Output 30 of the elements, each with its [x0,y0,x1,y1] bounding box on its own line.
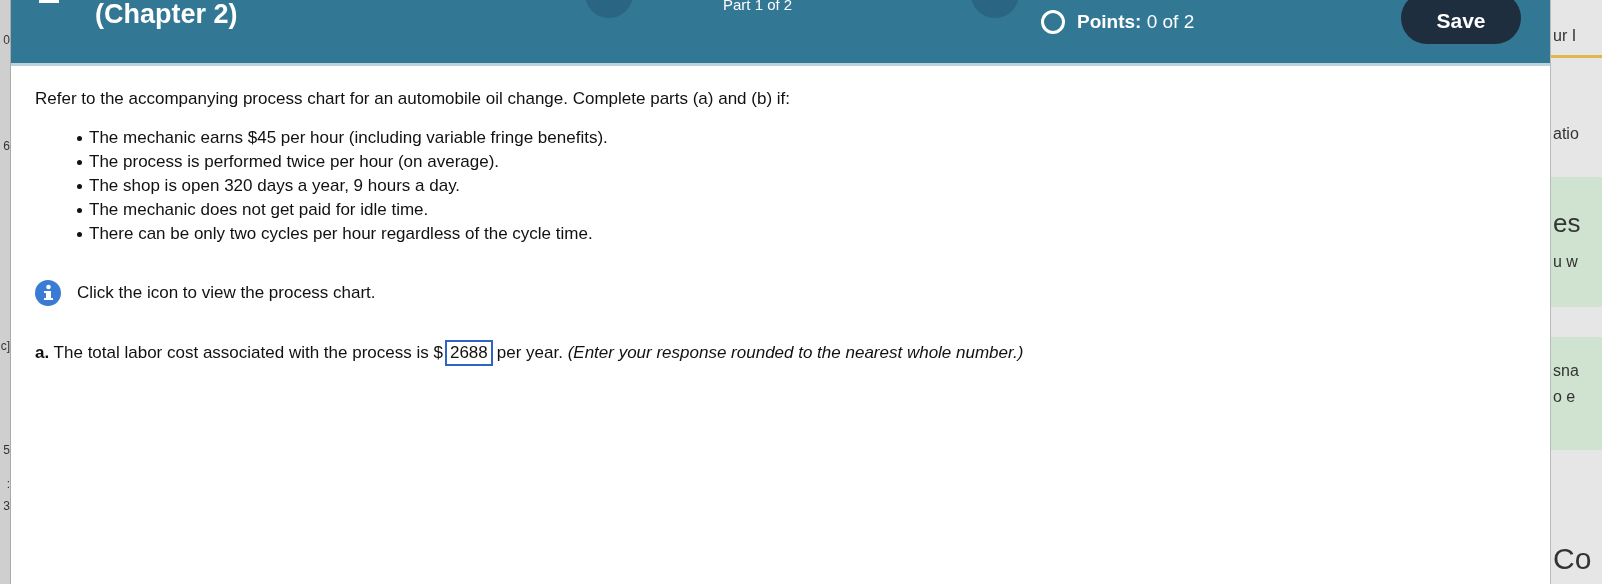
part-a-instruction: per year. (Enter your response rounded to the nearest whole number.) [496,341,1024,364]
bullet-item: The mechanic earns $45 per hour (including variable fringe benefits). [77,125,1526,150]
background-text: u w [1553,254,1578,270]
menu-icon[interactable] [39,0,59,3]
background-text: c] [0,340,10,352]
background-text: 6 [3,140,10,152]
bullet-item: The shop is open 320 days a year, 9 hours a day. [77,173,1526,198]
background-text: Co [1553,544,1592,574]
bullet-item: The process is performed twice per hour (on average). [77,149,1526,174]
info-link[interactable]: Click the icon to view the process chart. [77,279,376,306]
background-text: sna [1553,363,1579,379]
bullet-item: The mechanic does not get paid for idle time. [77,197,1526,222]
background-text: atio [1553,126,1579,142]
background-text: 3 [3,500,10,512]
bullet-item: There can be only two cycles per hour regardless of the cycle time. [77,221,1526,246]
background-text: : [6,478,10,490]
background-text: ur I [1553,28,1577,44]
part-indicator: Part 1 of 2 [723,0,793,15]
points-text: Points: 0 of 2 [1077,10,1195,34]
background-text: 5 [3,444,10,456]
part-a-prompt: a. The total labor cost associated with the process is $ [35,341,443,364]
assignment-title: (Chapter 2) [95,0,238,30]
info-icon[interactable] [35,279,61,306]
status-circle-icon [1041,10,1065,35]
background-text: o e [1553,389,1576,405]
question-intro: Refer to the accompanying process chart for an automobile oil change. Complete parts (a) and (b) if: [35,88,791,110]
save-button[interactable]: Save [1401,0,1521,44]
background-text: 0 [3,34,10,46]
background-text: es [1553,210,1581,236]
answer-field[interactable]: 2688 [444,339,493,366]
